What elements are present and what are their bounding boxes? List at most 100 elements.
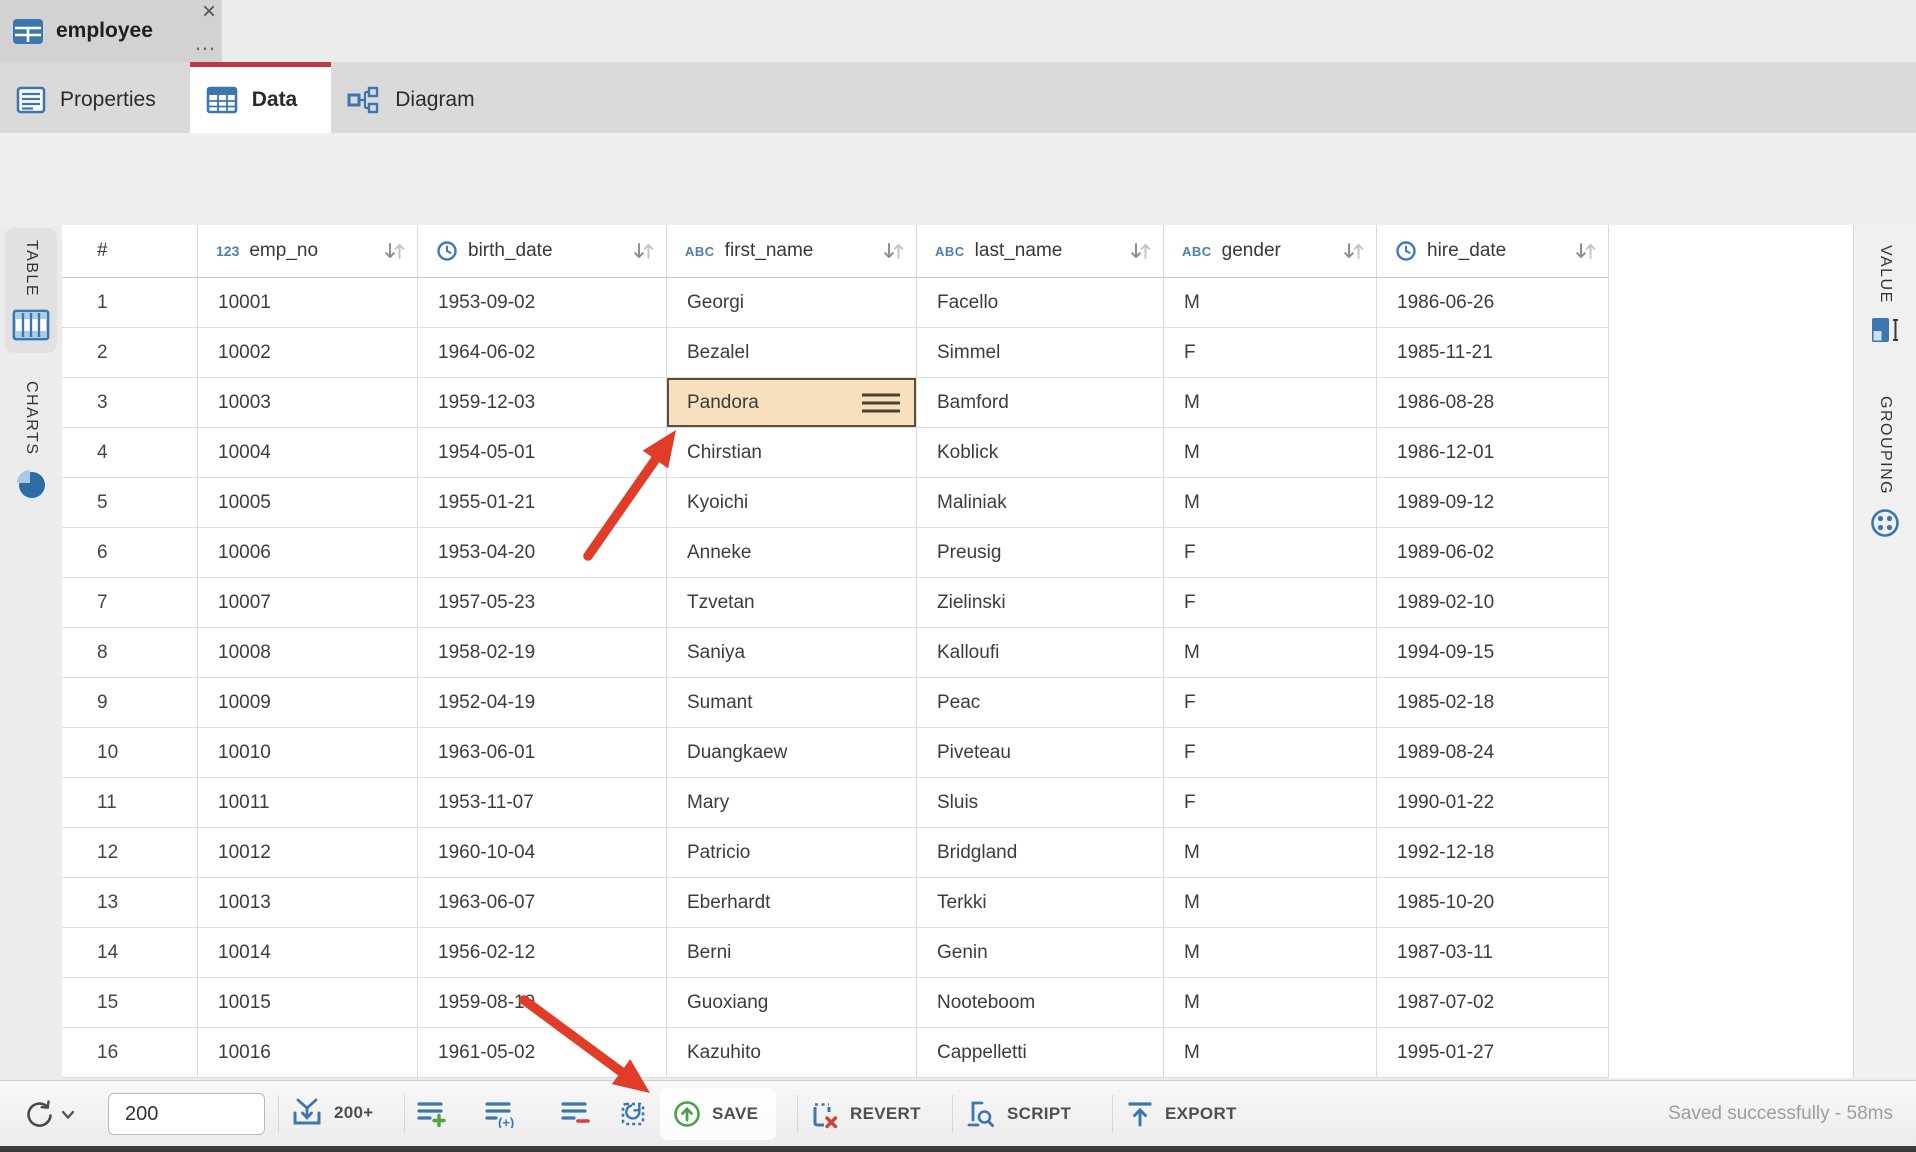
cell-last_name[interactable]: Genin: [917, 928, 1164, 978]
cell-hire_date[interactable]: 1994-09-15: [1377, 628, 1609, 678]
cell-last_name[interactable]: Simmel: [917, 328, 1164, 378]
cell-emp_no[interactable]: 10007: [198, 578, 418, 628]
cell-hire_date[interactable]: 1989-02-10: [1377, 578, 1609, 628]
cell-emp_no[interactable]: 10001: [198, 278, 418, 328]
cell-emp_no[interactable]: 10009: [198, 678, 418, 728]
cell-last_name[interactable]: Preusig: [917, 528, 1164, 578]
duplicate-row-icon[interactable]: (+): [484, 1098, 518, 1128]
cell-emp_no[interactable]: 10005: [198, 478, 418, 528]
cell-emp_no[interactable]: 10011: [198, 778, 418, 828]
cell-emp_no[interactable]: 10015: [198, 978, 418, 1028]
cell-birth_date[interactable]: 1957-05-23: [418, 578, 667, 628]
cell-rownum[interactable]: 7: [62, 578, 198, 628]
cell-last_name[interactable]: Maliniak: [917, 478, 1164, 528]
save-button[interactable]: SAVE: [672, 1099, 758, 1129]
cell-rownum[interactable]: 16: [62, 1028, 198, 1078]
cell-birth_date[interactable]: 1956-02-12: [418, 928, 667, 978]
doc-tab-employee[interactable]: employee × …: [0, 0, 222, 62]
cell-hire_date[interactable]: 1989-09-12: [1377, 478, 1609, 528]
cell-rownum[interactable]: 13: [62, 878, 198, 928]
cell-emp_no[interactable]: 10003: [198, 378, 418, 428]
sort-icon[interactable]: [1574, 239, 1598, 263]
cell-rownum[interactable]: 12: [62, 828, 198, 878]
cell-birth_date[interactable]: 1954-05-01: [418, 428, 667, 478]
cell-hire_date[interactable]: 1986-08-28: [1377, 378, 1609, 428]
column-header-first_name[interactable]: ABCfirst_name: [667, 225, 917, 278]
sort-icon[interactable]: [383, 239, 407, 263]
cell-gender[interactable]: F: [1164, 678, 1377, 728]
cell-rownum[interactable]: 8: [62, 628, 198, 678]
cell-first_name[interactable]: Mary: [667, 778, 917, 828]
cell-birth_date[interactable]: 1952-04-19: [418, 678, 667, 728]
cell-first_name[interactable]: Tzvetan: [667, 578, 917, 628]
cell-hire_date[interactable]: 1985-02-18: [1377, 678, 1609, 728]
cell-birth_date[interactable]: 1958-02-19: [418, 628, 667, 678]
refresh-dropdown-chevron-icon[interactable]: [60, 1109, 76, 1121]
cell-first_name[interactable]: Patricio: [667, 828, 917, 878]
cell-last_name[interactable]: Piveteau: [917, 728, 1164, 778]
column-header-hire_date[interactable]: hire_date: [1377, 225, 1609, 278]
cell-rownum[interactable]: 14: [62, 928, 198, 978]
cell-hire_date[interactable]: 1985-11-21: [1377, 328, 1609, 378]
cell-first_name[interactable]: Guoxiang: [667, 978, 917, 1028]
cell-menu-icon[interactable]: [862, 393, 900, 412]
cell-gender[interactable]: F: [1164, 578, 1377, 628]
cell-emp_no[interactable]: 10002: [198, 328, 418, 378]
cell-first_name[interactable]: Eberhardt: [667, 878, 917, 928]
cell-gender[interactable]: F: [1164, 328, 1377, 378]
cell-gender[interactable]: M: [1164, 428, 1377, 478]
cell-hire_date[interactable]: 1986-06-26: [1377, 278, 1609, 328]
cell-hire_date[interactable]: 1986-12-01: [1377, 428, 1609, 478]
cell-last_name[interactable]: Peac: [917, 678, 1164, 728]
rail-tab-grouping[interactable]: GROUPING: [1859, 384, 1911, 551]
cell-last_name[interactable]: Bridgland: [917, 828, 1164, 878]
cell-birth_date[interactable]: 1953-11-07: [418, 778, 667, 828]
cell-first_name[interactable]: Sumant: [667, 678, 917, 728]
cell-first_name[interactable]: Duangkaew: [667, 728, 917, 778]
sort-icon[interactable]: [632, 239, 656, 263]
cell-last_name[interactable]: Facello: [917, 278, 1164, 328]
cell-rownum[interactable]: 9: [62, 678, 198, 728]
cell-gender[interactable]: F: [1164, 778, 1377, 828]
cell-first_name[interactable]: Chirstian: [667, 428, 917, 478]
rail-tab-table[interactable]: TABLE: [5, 228, 57, 353]
sort-icon[interactable]: [1342, 239, 1366, 263]
cell-hire_date[interactable]: 1987-03-11: [1377, 928, 1609, 978]
cell-birth_date[interactable]: 1959-08-19: [418, 978, 667, 1028]
cell-first_name[interactable]: Georgi: [667, 278, 917, 328]
cell-birth_date[interactable]: 1963-06-01: [418, 728, 667, 778]
column-header-last_name[interactable]: ABClast_name: [917, 225, 1164, 278]
cell-rownum[interactable]: 10: [62, 728, 198, 778]
column-header-gender[interactable]: ABCgender: [1164, 225, 1377, 278]
cell-first_name[interactable]: Bezalel: [667, 328, 917, 378]
cell-last_name[interactable]: Terkki: [917, 878, 1164, 928]
cell-first_name[interactable]: Anneke: [667, 528, 917, 578]
cell-last_name[interactable]: Koblick: [917, 428, 1164, 478]
sort-icon[interactable]: [1129, 239, 1153, 263]
cell-gender[interactable]: M: [1164, 278, 1377, 328]
cell-hire_date[interactable]: 1995-01-27: [1377, 1028, 1609, 1078]
cell-emp_no[interactable]: 10010: [198, 728, 418, 778]
revert-button[interactable]: REVERT: [810, 1099, 921, 1129]
delete-row-icon[interactable]: [560, 1098, 592, 1128]
cell-birth_date[interactable]: 1961-05-02: [418, 1028, 667, 1078]
cell-last_name[interactable]: Sluis: [917, 778, 1164, 828]
cell-gender[interactable]: F: [1164, 528, 1377, 578]
cell-hire_date[interactable]: 1989-08-24: [1377, 728, 1609, 778]
cell-birth_date[interactable]: 1959-12-03: [418, 378, 667, 428]
fetch-next-page-button[interactable]: 200+: [290, 1097, 374, 1129]
cell-rownum[interactable]: 11: [62, 778, 198, 828]
cell-emp_no[interactable]: 10016: [198, 1028, 418, 1078]
cell-emp_no[interactable]: 10004: [198, 428, 418, 478]
cell-hire_date[interactable]: 1990-01-22: [1377, 778, 1609, 828]
cell-gender[interactable]: M: [1164, 478, 1377, 528]
column-header-birth_date[interactable]: birth_date: [418, 225, 667, 278]
cell-first_name[interactable]: Kazuhito: [667, 1028, 917, 1078]
cell-emp_no[interactable]: 10006: [198, 528, 418, 578]
cell-last_name[interactable]: Zielinski: [917, 578, 1164, 628]
cell-hire_date[interactable]: 1992-12-18: [1377, 828, 1609, 878]
cell-birth_date[interactable]: 1953-04-20: [418, 528, 667, 578]
cell-gender[interactable]: M: [1164, 928, 1377, 978]
cell-gender[interactable]: M: [1164, 628, 1377, 678]
column-header-emp_no[interactable]: 123emp_no: [198, 225, 418, 278]
